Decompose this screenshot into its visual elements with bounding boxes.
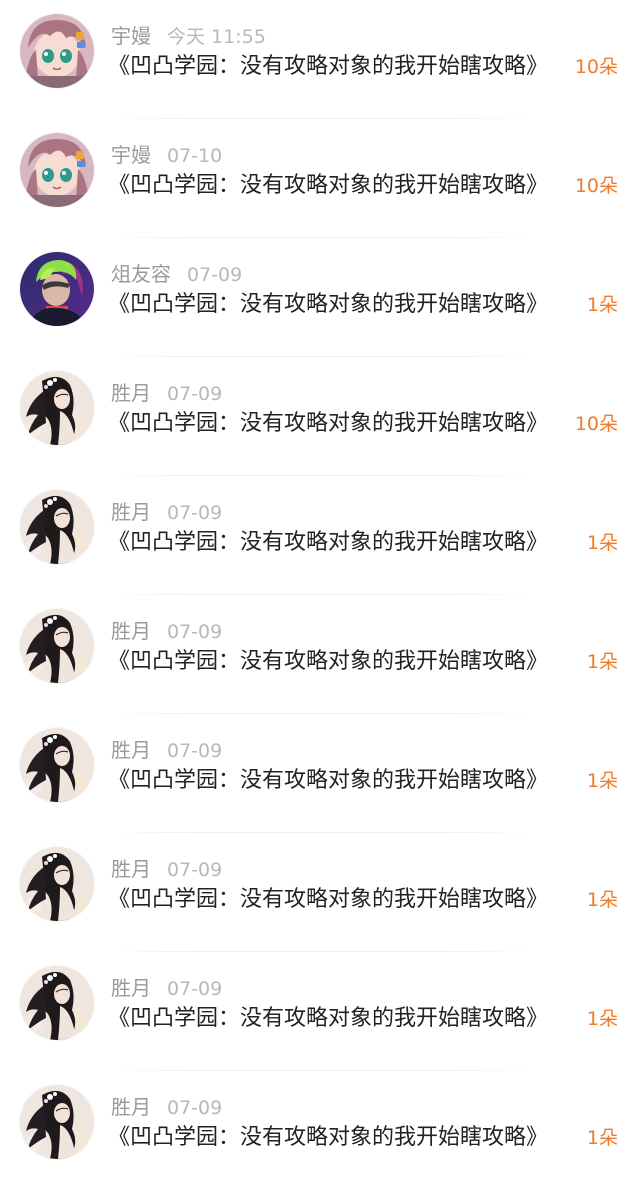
long-hair-girl-avatar-icon — [20, 371, 94, 445]
avatar[interactable] — [20, 14, 94, 88]
avatar[interactable] — [20, 490, 94, 564]
list-item[interactable]: 胜月 07-09 《凹凸学园：没有攻略对象的我开始瞎攻略》 1朵 — [0, 952, 640, 1071]
flower-count: 10朵 — [574, 413, 618, 435]
timestamp: 07-09 — [167, 621, 223, 643]
timestamp: 07-09 — [167, 978, 223, 1000]
work-title[interactable]: 《凹凸学园：没有攻略对象的我开始瞎攻略》 — [108, 409, 564, 439]
user-name[interactable]: 胜月 — [111, 976, 151, 1000]
item-meta: 胜月 07-09 — [111, 1093, 222, 1121]
long-hair-girl-avatar-icon — [20, 847, 94, 921]
timestamp: 07-09 — [187, 264, 243, 286]
user-name[interactable]: 胜月 — [111, 500, 151, 524]
user-name[interactable]: 胜月 — [111, 738, 151, 762]
timestamp: 07-09 — [167, 740, 223, 762]
avatar[interactable] — [20, 966, 94, 1040]
neon-green-avatar-icon — [20, 252, 94, 326]
flower-count: 1朵 — [586, 1008, 618, 1030]
list-item[interactable]: 胜月 07-09 《凹凸学园：没有攻略对象的我开始瞎攻略》 10朵 — [0, 357, 640, 476]
user-name[interactable]: 胜月 — [111, 857, 151, 881]
timestamp: 07-09 — [167, 502, 223, 524]
work-title[interactable]: 《凹凸学园：没有攻略对象的我开始瞎攻略》 — [108, 171, 564, 201]
gift-record-list: 宇嫚 今天 11:55 《凹凸学园：没有攻略对象的我开始瞎攻略》 10朵 宇嫚 … — [0, 0, 640, 1190]
item-meta: 胜月 07-09 — [111, 617, 222, 645]
avatar[interactable] — [20, 133, 94, 207]
timestamp: 今天 11:55 — [167, 26, 266, 48]
user-name[interactable]: 宇嫚 — [111, 24, 151, 48]
anime-pink-avatar-icon — [20, 14, 94, 88]
timestamp: 07-09 — [167, 859, 223, 881]
work-title[interactable]: 《凹凸学园：没有攻略对象的我开始瞎攻略》 — [108, 647, 586, 677]
user-name[interactable]: 俎友容 — [111, 262, 171, 286]
item-meta: 胜月 07-09 — [111, 379, 222, 407]
timestamp: 07-09 — [167, 1097, 223, 1119]
work-title[interactable]: 《凹凸学园：没有攻略对象的我开始瞎攻略》 — [108, 1004, 586, 1034]
avatar[interactable] — [20, 252, 94, 326]
list-item[interactable]: 宇嫚 今天 11:55 《凹凸学园：没有攻略对象的我开始瞎攻略》 10朵 — [0, 0, 640, 119]
flower-count: 1朵 — [586, 889, 618, 911]
work-title[interactable]: 《凹凸学园：没有攻略对象的我开始瞎攻略》 — [108, 1123, 586, 1153]
long-hair-girl-avatar-icon — [20, 490, 94, 564]
timestamp: 07-09 — [167, 383, 223, 405]
timestamp: 07-10 — [167, 145, 223, 167]
item-meta: 宇嫚 今天 11:55 — [111, 22, 266, 50]
long-hair-girl-avatar-icon — [20, 966, 94, 1040]
item-meta: 胜月 07-09 — [111, 855, 222, 883]
list-item[interactable]: 宇嫚 07-10 《凹凸学园：没有攻略对象的我开始瞎攻略》 10朵 — [0, 119, 640, 238]
work-title[interactable]: 《凹凸学园：没有攻略对象的我开始瞎攻略》 — [108, 290, 586, 320]
long-hair-girl-avatar-icon — [20, 1085, 94, 1159]
user-name[interactable]: 胜月 — [111, 381, 151, 405]
user-name[interactable]: 宇嫚 — [111, 143, 151, 167]
item-meta: 胜月 07-09 — [111, 736, 222, 764]
flower-count: 1朵 — [586, 294, 618, 316]
list-item[interactable]: 胜月 07-09 《凹凸学园：没有攻略对象的我开始瞎攻略》 1朵 — [0, 833, 640, 952]
user-name[interactable]: 胜月 — [111, 619, 151, 643]
work-title[interactable]: 《凹凸学园：没有攻略对象的我开始瞎攻略》 — [108, 528, 586, 558]
avatar[interactable] — [20, 1085, 94, 1159]
flower-count: 1朵 — [586, 770, 618, 792]
item-meta: 宇嫚 07-10 — [111, 141, 222, 169]
work-title[interactable]: 《凹凸学园：没有攻略对象的我开始瞎攻略》 — [108, 766, 586, 796]
avatar[interactable] — [20, 609, 94, 683]
list-item[interactable]: 胜月 07-09 《凹凸学园：没有攻略对象的我开始瞎攻略》 1朵 — [0, 714, 640, 833]
flower-count: 10朵 — [574, 56, 618, 78]
avatar[interactable] — [20, 847, 94, 921]
item-meta: 胜月 07-09 — [111, 974, 222, 1002]
flower-count: 1朵 — [586, 1127, 618, 1149]
avatar[interactable] — [20, 371, 94, 445]
long-hair-girl-avatar-icon — [20, 728, 94, 802]
avatar[interactable] — [20, 728, 94, 802]
user-name[interactable]: 胜月 — [111, 1095, 151, 1119]
list-item[interactable]: 俎友容 07-09 《凹凸学园：没有攻略对象的我开始瞎攻略》 1朵 — [0, 238, 640, 357]
list-item[interactable]: 胜月 07-09 《凹凸学园：没有攻略对象的我开始瞎攻略》 1朵 — [0, 476, 640, 595]
list-item[interactable]: 胜月 07-09 《凹凸学园：没有攻略对象的我开始瞎攻略》 1朵 — [0, 1071, 640, 1190]
long-hair-girl-avatar-icon — [20, 609, 94, 683]
item-meta: 俎友容 07-09 — [111, 260, 242, 288]
item-meta: 胜月 07-09 — [111, 498, 222, 526]
flower-count: 1朵 — [586, 651, 618, 673]
flower-count: 10朵 — [574, 175, 618, 197]
list-item[interactable]: 胜月 07-09 《凹凸学园：没有攻略对象的我开始瞎攻略》 1朵 — [0, 595, 640, 714]
anime-pink-avatar-icon — [20, 133, 94, 207]
flower-count: 1朵 — [586, 532, 618, 554]
work-title[interactable]: 《凹凸学园：没有攻略对象的我开始瞎攻略》 — [108, 52, 564, 82]
work-title[interactable]: 《凹凸学园：没有攻略对象的我开始瞎攻略》 — [108, 885, 586, 915]
